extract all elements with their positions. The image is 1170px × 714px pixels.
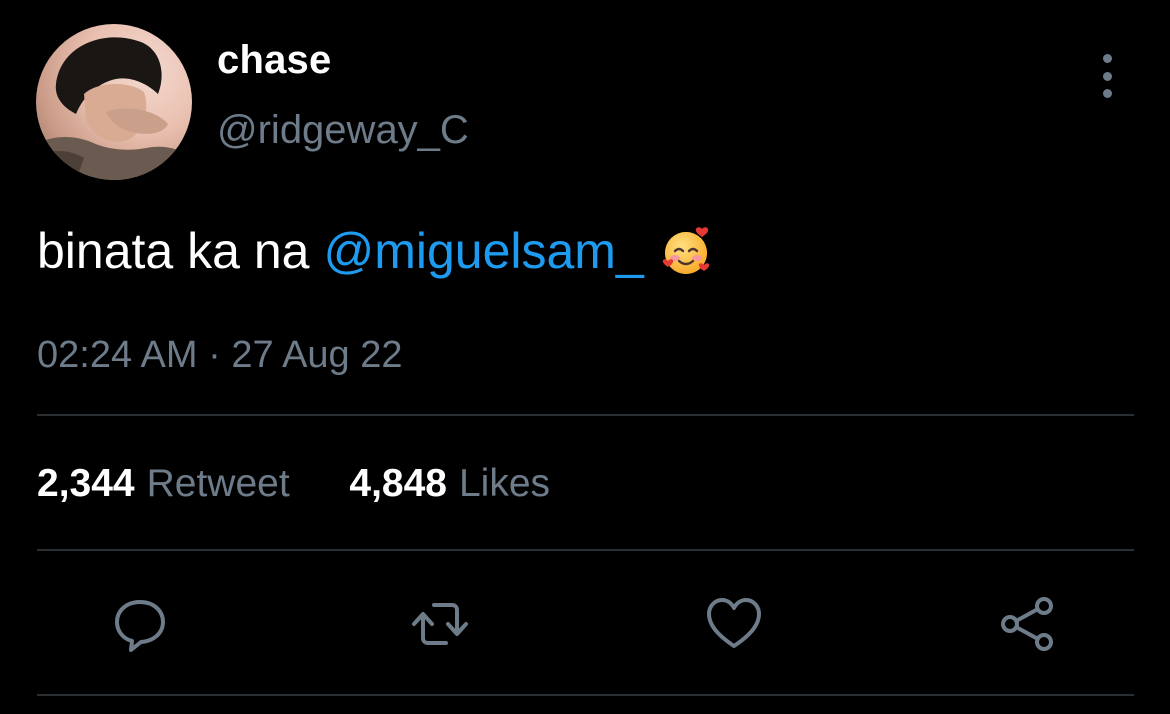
smiling-face-with-hearts-icon	[660, 225, 712, 277]
retweets-stat[interactable]: 2,344 Retweet	[37, 462, 301, 505]
likes-stat[interactable]: 4,848 Likes	[349, 462, 550, 505]
mention-link[interactable]: @miguelsam_	[323, 222, 643, 280]
retweet-button[interactable]	[410, 594, 470, 654]
tweet-time: 02:24 AM	[37, 334, 198, 376]
divider	[37, 694, 1134, 696]
avatar-photo	[36, 37, 192, 180]
like-icon	[707, 598, 761, 648]
tweet-body: binata ka na	[37, 223, 310, 279]
tweet-detail: chase @ridgeway_C binata ka na @miguelsa…	[0, 0, 1170, 714]
avatar[interactable]	[36, 24, 192, 180]
retweet-icon	[412, 603, 468, 645]
more-dot-icon	[1102, 71, 1112, 81]
divider	[37, 549, 1134, 551]
share-button[interactable]	[998, 594, 1058, 654]
reply-button[interactable]	[110, 594, 170, 654]
more-dot-icon	[1102, 54, 1112, 63]
share-icon	[1001, 597, 1053, 651]
meta-separator: ·	[208, 334, 221, 376]
retweets-count: 2,344	[37, 462, 135, 505]
tweet-date: 27 Aug 22	[231, 334, 403, 376]
likes-count: 4,848	[349, 462, 447, 505]
more-dot-icon	[1102, 89, 1112, 98]
tweet-stats: 2,344 Retweet 4,848 Likes	[37, 462, 550, 506]
like-button[interactable]	[704, 594, 764, 654]
reply-icon	[115, 600, 165, 652]
retweets-label: Retweet	[146, 462, 290, 505]
display-name[interactable]: chase	[217, 38, 331, 83]
more-options-button[interactable]	[1090, 54, 1124, 98]
tweet-timestamp: 02:24 AM · 27 Aug 22	[37, 334, 403, 377]
divider	[37, 414, 1134, 416]
tweet-text: binata ka na @miguelsam_	[37, 222, 712, 280]
user-handle[interactable]: @ridgeway_C	[217, 108, 469, 153]
likes-label: Likes	[458, 462, 551, 505]
